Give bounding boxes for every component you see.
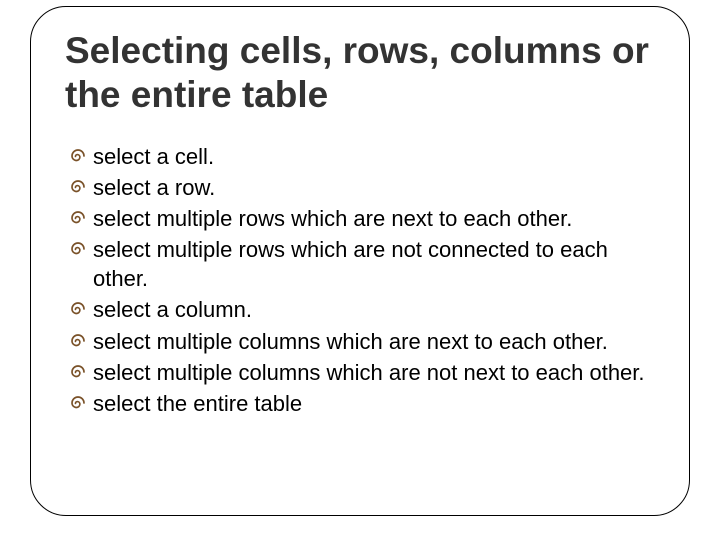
list-item-text: select multiple columns which are not ne…: [93, 360, 645, 385]
slide-frame: Selecting cells, rows, columns or the en…: [30, 6, 690, 516]
list-item-text: select multiple columns which are next t…: [93, 329, 608, 354]
swirl-bullet-icon: [69, 300, 87, 318]
bullet-list: select a cell. select a row. select mult…: [65, 142, 655, 417]
list-item: select the entire table: [71, 389, 655, 418]
slide: Selecting cells, rows, columns or the en…: [0, 0, 720, 540]
swirl-bullet-icon: [69, 178, 87, 196]
swirl-bullet-icon: [69, 394, 87, 412]
swirl-bullet-icon: [69, 240, 87, 258]
list-item-text: select a column.: [93, 297, 252, 322]
swirl-bullet-icon: [69, 147, 87, 165]
list-item-text: select multiple rows which are next to e…: [93, 206, 572, 231]
list-item-text: select multiple rows which are not conne…: [93, 237, 608, 291]
swirl-bullet-icon: [69, 209, 87, 227]
list-item-text: select a cell.: [93, 144, 214, 169]
list-item: select multiple columns which are next t…: [71, 327, 655, 356]
list-item: select multiple columns which are not ne…: [71, 358, 655, 387]
list-item: select a cell.: [71, 142, 655, 171]
list-item: select a column.: [71, 295, 655, 324]
list-item-text: select the entire table: [93, 391, 302, 416]
list-item: select multiple rows which are not conne…: [71, 235, 655, 293]
swirl-bullet-icon: [69, 363, 87, 381]
list-item: select multiple rows which are next to e…: [71, 204, 655, 233]
swirl-bullet-icon: [69, 332, 87, 350]
list-item: select a row.: [71, 173, 655, 202]
slide-title: Selecting cells, rows, columns or the en…: [65, 29, 655, 116]
list-item-text: select a row.: [93, 175, 215, 200]
